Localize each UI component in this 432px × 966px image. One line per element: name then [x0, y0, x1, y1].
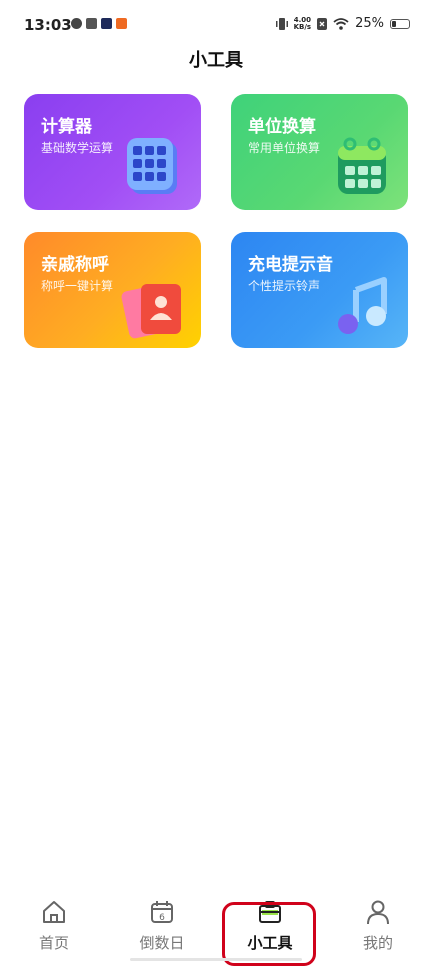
home-indicator	[130, 958, 302, 961]
sim-x-icon	[317, 17, 328, 30]
status-time: 13:03	[24, 16, 72, 34]
net-speed-unit: KB/s	[293, 22, 312, 31]
battery-percent: 25%	[355, 16, 384, 31]
gift-icon	[116, 18, 127, 29]
home-icon	[43, 901, 65, 923]
nav-label: 倒数日	[139, 934, 185, 952]
nav-label: 首页	[38, 934, 69, 952]
app-icon	[86, 18, 97, 29]
nav-item-countdown[interactable]: 6 倒数日	[112, 898, 212, 958]
card-title: 计算器	[41, 117, 92, 137]
card-title: 单位换算	[248, 117, 316, 137]
person-icon	[367, 900, 389, 925]
status-right: 4.00 KB/s 25%	[275, 16, 410, 31]
speed-icon: 4.00 KB/s	[293, 16, 312, 31]
nav-label: 我的	[362, 934, 393, 952]
tool-card-charging-sound[interactable]: 充电提示音 个性提示铃声	[231, 232, 408, 348]
wifi-icon	[333, 17, 349, 30]
tool-card-relatives[interactable]: 亲戚称呼 称呼一键计算	[24, 232, 201, 348]
card-subtitle: 个性提示铃声	[248, 279, 321, 293]
tool-card-calculator[interactable]: 计算器 基础数学运算	[24, 94, 201, 210]
nav-item-home[interactable]: 首页	[4, 898, 104, 958]
contact-card-icon	[121, 284, 181, 339]
calculator-icon	[127, 138, 177, 194]
card-title: 充电提示音	[248, 255, 333, 275]
card-title: 亲戚称呼	[41, 255, 109, 275]
notification-icons	[71, 18, 127, 29]
music-note-icon	[338, 277, 387, 334]
nav-item-mine[interactable]: 我的	[328, 898, 428, 958]
card-subtitle: 基础数学运算	[41, 141, 114, 155]
battery-fill	[392, 20, 396, 27]
status-bar: 13:03 4.00 KB/s 25%	[0, 0, 432, 50]
vibrate-icon	[275, 17, 288, 30]
card-subtitle: 常用单位换算	[248, 141, 321, 155]
calendar-icon	[338, 137, 386, 194]
battery-icon	[390, 18, 410, 29]
calendar-6-icon: 6	[151, 901, 173, 923]
bottom-nav: 首页 6 倒数日 小工具 我的	[0, 892, 432, 964]
video-icon	[101, 18, 112, 29]
leaf-icon	[71, 18, 82, 29]
active-tab-highlight	[222, 902, 316, 966]
page-title: 小工具	[189, 50, 243, 71]
tool-card-unit-conversion[interactable]: 单位换算 常用单位换算	[231, 94, 408, 210]
card-subtitle: 称呼一键计算	[41, 279, 114, 293]
calendar-day-number: 6	[159, 913, 165, 923]
